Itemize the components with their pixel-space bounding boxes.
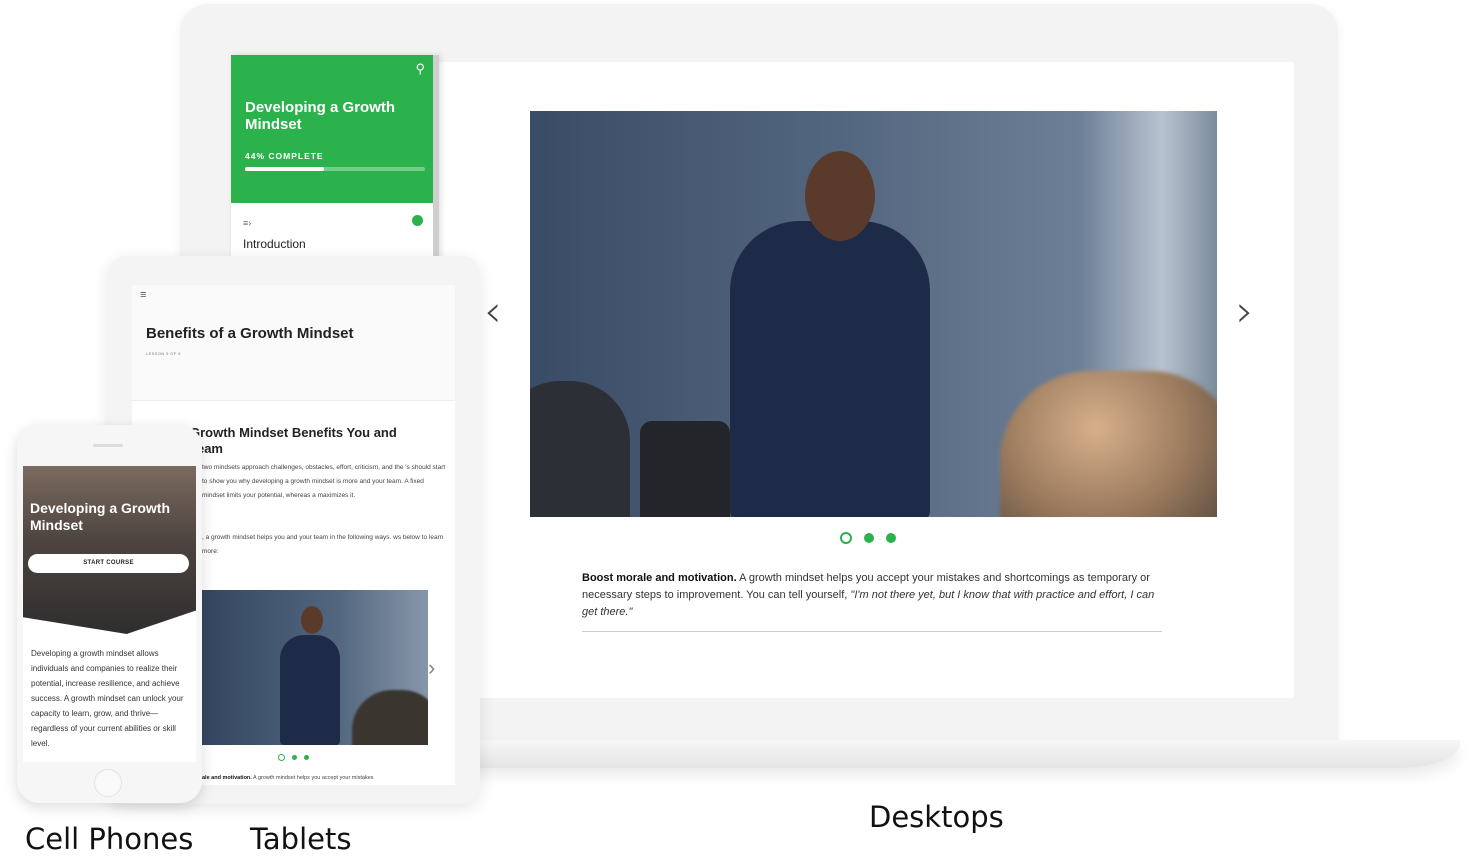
progress-bar [245, 167, 425, 171]
carousel-dot-active[interactable] [840, 532, 852, 544]
carousel-next-arrow[interactable]: › [1236, 290, 1254, 334]
sidebar-header: ⚲ Developing a Growth Mindset 44% COMPLE… [231, 55, 439, 203]
carousel-dot[interactable] [292, 755, 297, 760]
carousel-dot[interactable] [886, 533, 896, 543]
carousel-dot[interactable] [304, 755, 309, 760]
speaker-head [805, 151, 875, 241]
lesson-list-icon: ≡› [243, 218, 252, 228]
speaker-body [730, 221, 930, 517]
phone-course-title: Developing a Growth Mindset [30, 500, 171, 533]
sidebar-course-title: Developing a Growth Mindset [245, 99, 396, 133]
caption-text: A growth mindset helps you accept your m… [251, 775, 374, 781]
phone-speaker [93, 444, 123, 447]
tablet-hero-photo [202, 590, 428, 745]
carousel-prev-arrow[interactable]: ‹ [484, 290, 502, 334]
tablet-lesson-title: Benefits of a Growth Mindset [146, 325, 354, 342]
label-cell-phones: Cell Phones [25, 822, 194, 856]
tablet-paragraph-1: two mindsets approach challenges, obstac… [202, 464, 446, 499]
tablet-lesson-counter: LESSON 5 OF 9 [146, 351, 181, 356]
audience-left [530, 381, 630, 517]
course-sidebar: ⚲ Developing a Growth Mindset 44% COMPLE… [231, 55, 439, 265]
carousel-dots [840, 532, 896, 544]
tablet-next-arrow[interactable]: › [428, 655, 435, 681]
tablet-section-heading: Growth Mindset Benefits You and Team [190, 425, 397, 456]
tablet-paragraph-2: , a growth mindset helps you and your te… [202, 534, 444, 555]
carousel-dot-active[interactable] [278, 754, 285, 761]
caption-bold: Boost morale and motivation. [582, 572, 737, 584]
desktop-caption: Boost morale and motivation. A growth mi… [582, 570, 1162, 632]
menu-icon[interactable]: ≡ [140, 289, 146, 301]
speaker-head [301, 606, 323, 634]
search-icon[interactable]: ⚲ [415, 61, 425, 77]
start-course-button[interactable]: START COURSE [28, 554, 189, 573]
speaker-body [280, 635, 340, 745]
progress-label: 44% COMPLETE [245, 151, 324, 161]
desktop-hero-photo [530, 111, 1217, 517]
sidebar-item-label: Introduction [243, 237, 306, 251]
carousel-dot[interactable] [864, 533, 874, 543]
phone-hero-image [23, 466, 196, 634]
audience [352, 690, 428, 745]
phone-home-button[interactable] [94, 769, 122, 797]
audience-right [1000, 371, 1217, 517]
label-tablets: Tablets [250, 822, 352, 856]
completed-check-icon [412, 215, 423, 226]
tablet-carousel-dots [278, 754, 309, 761]
chair [640, 421, 730, 517]
phone-course-description: Developing a growth mindset allows indiv… [31, 649, 184, 748]
progress-bar-fill [245, 167, 325, 171]
sidebar-edge [433, 55, 439, 265]
tablet-caption: ale and motivation. A growth mindset hel… [202, 775, 374, 781]
tablet-lesson-header: ≡ Benefits of a Growth Mindset LESSON 5 … [132, 285, 455, 401]
phone-screen: Developing a Growth Mindset START COURSE… [23, 466, 196, 762]
caption-bold: ale and motivation. [202, 775, 252, 781]
label-desktops: Desktops [869, 800, 1004, 834]
